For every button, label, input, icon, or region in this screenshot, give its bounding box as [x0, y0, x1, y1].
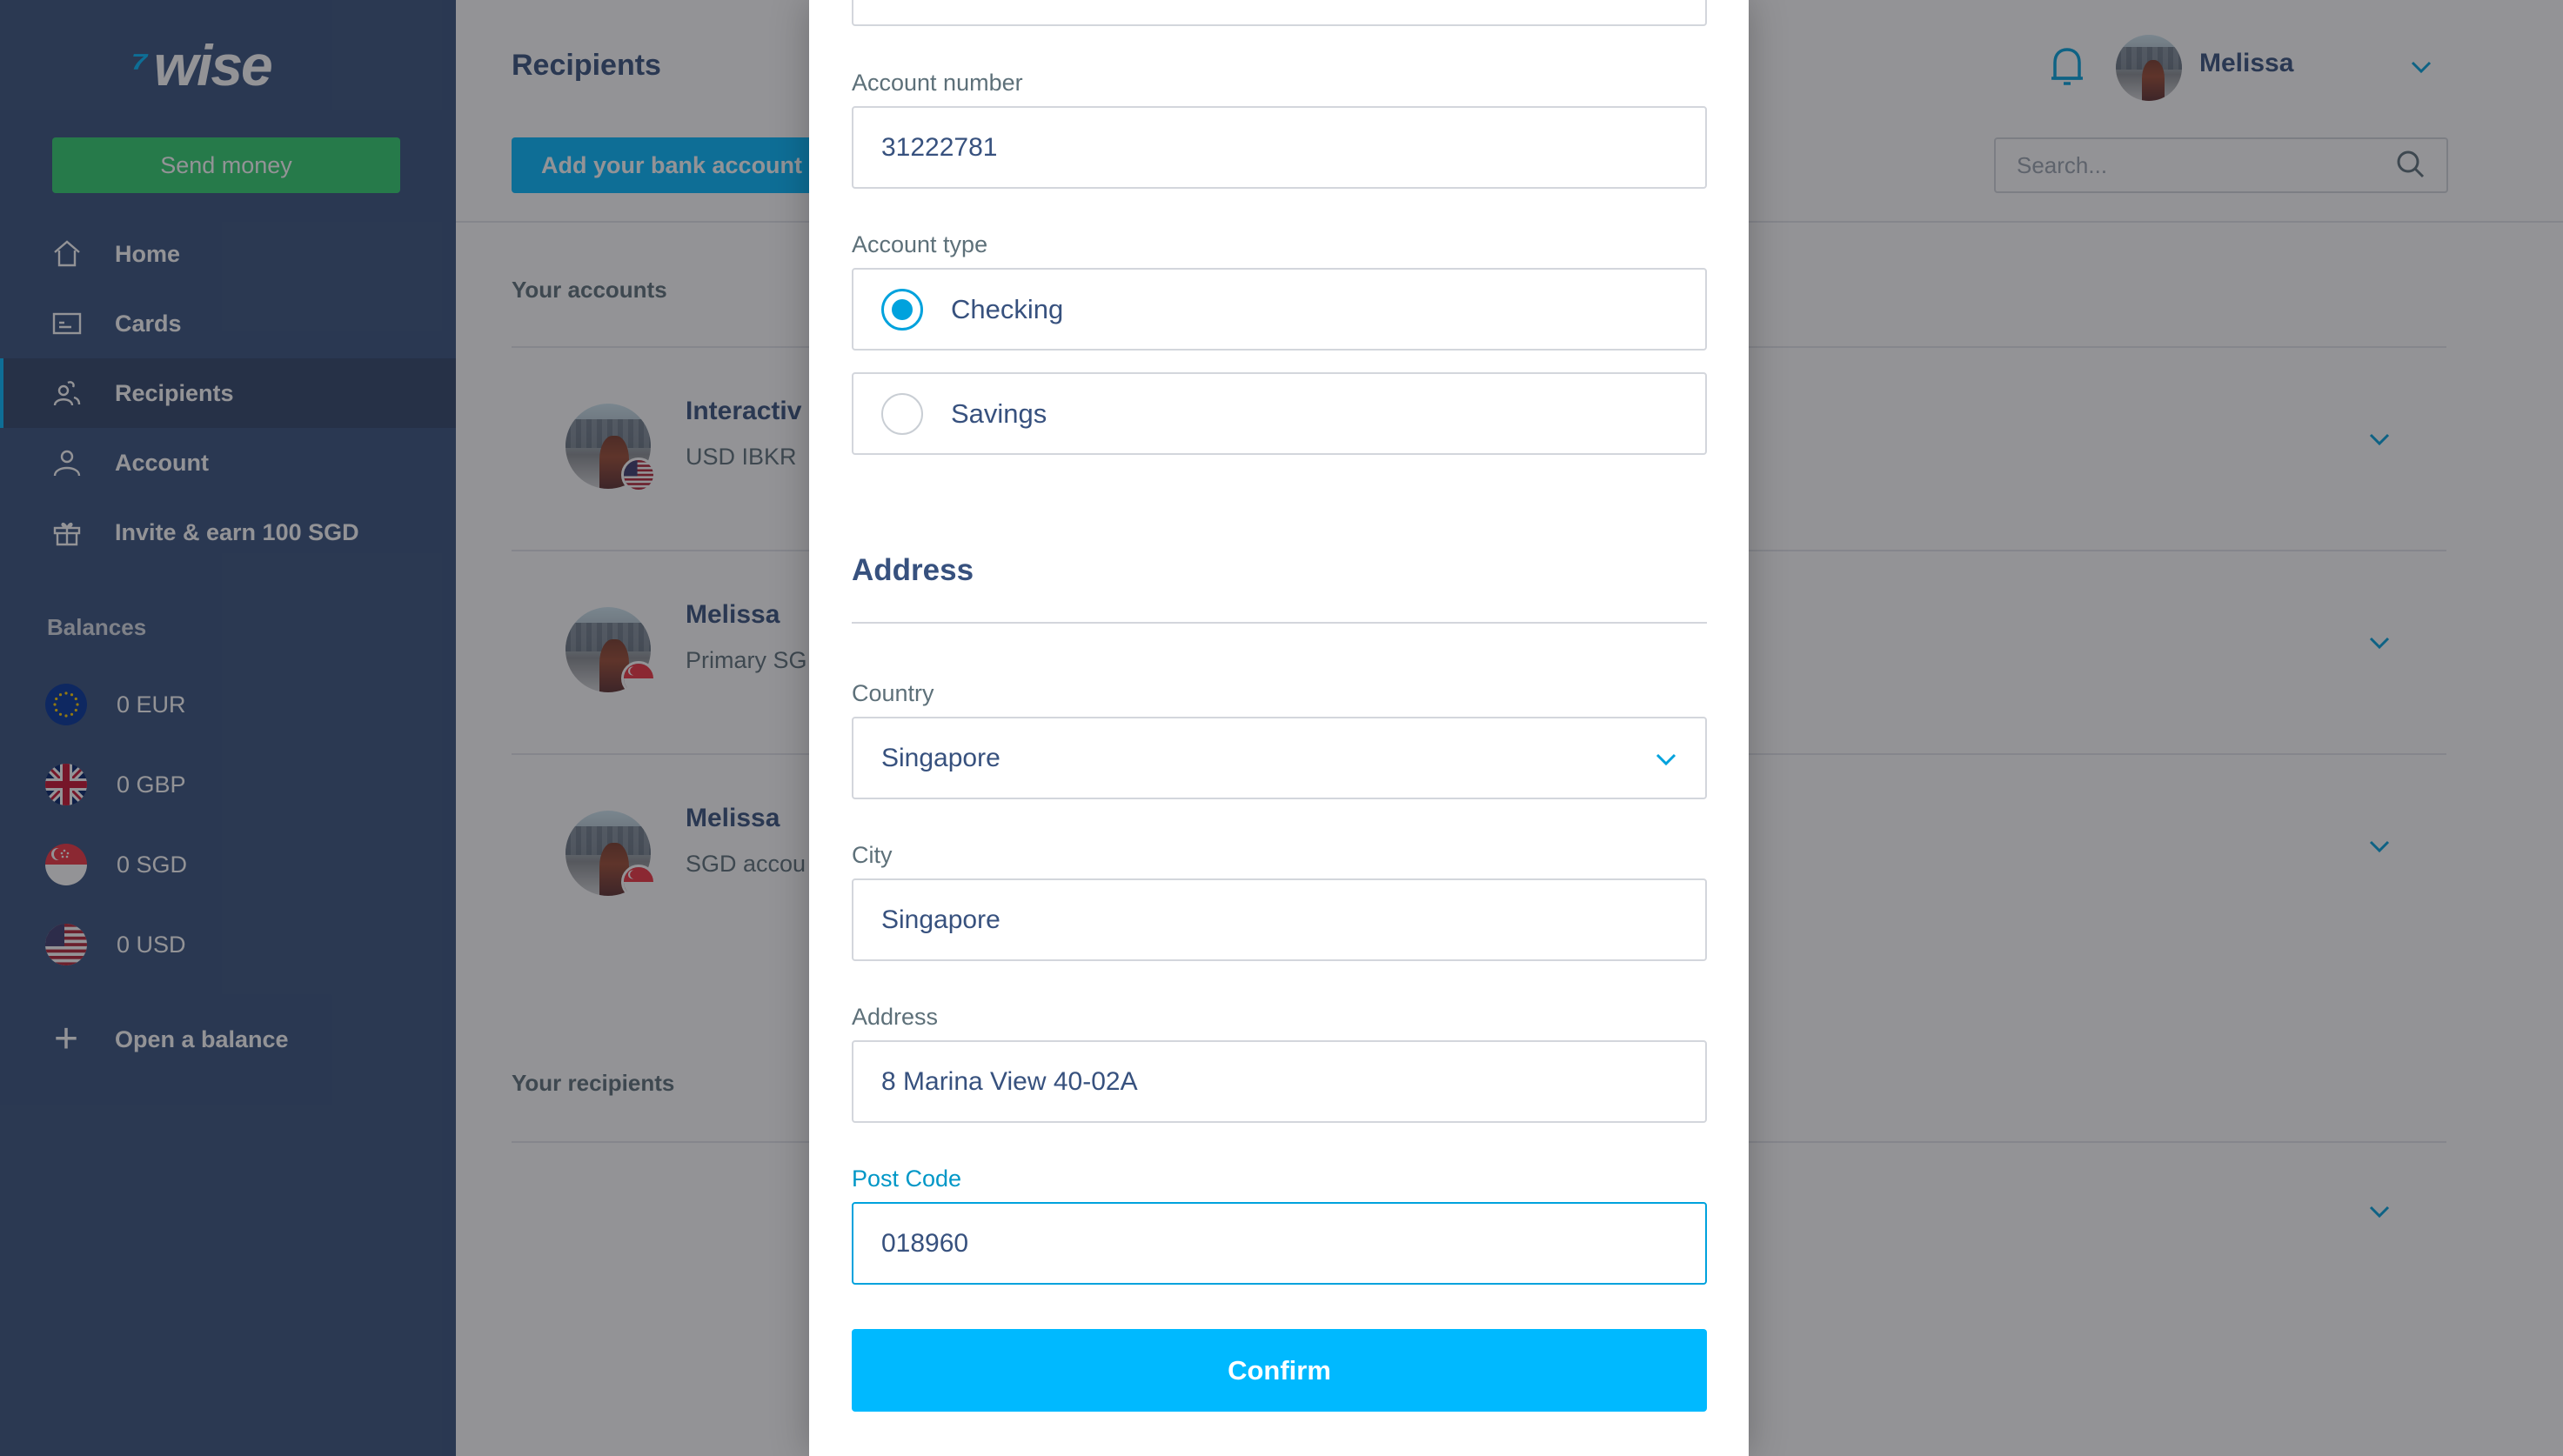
city-label: City — [852, 842, 893, 868]
radio-unchecked[interactable] — [881, 392, 923, 435]
address-divider — [852, 622, 1707, 624]
city-field[interactable] — [852, 878, 1707, 961]
previous-field[interactable] — [852, 0, 1707, 26]
address-input[interactable] — [881, 1066, 1677, 1097]
chevron-down-icon[interactable] — [1653, 746, 1679, 772]
address-section-title: Address — [852, 553, 974, 587]
account-number-input[interactable] — [881, 132, 1677, 163]
radio-label: Checking — [951, 293, 1064, 324]
account-type-checking[interactable]: Checking — [852, 268, 1707, 351]
postcode-input[interactable] — [881, 1228, 1677, 1259]
account-type-label: Account type — [852, 231, 988, 257]
country-value[interactable] — [881, 743, 1677, 773]
address-field[interactable] — [852, 1040, 1707, 1123]
postcode-label: Post Code — [852, 1165, 962, 1192]
confirm-button[interactable]: Confirm — [852, 1329, 1707, 1412]
country-select[interactable] — [852, 717, 1707, 799]
postcode-field[interactable] — [852, 1202, 1707, 1285]
country-label: Country — [852, 680, 934, 706]
radio-checked[interactable] — [881, 288, 923, 331]
account-type-savings[interactable]: Savings — [852, 372, 1707, 455]
bank-details-modal: Account number Account type Checking Sav… — [809, 0, 1749, 1456]
address-label: Address — [852, 1004, 939, 1030]
account-number-label: Account number — [852, 70, 1023, 96]
city-input[interactable] — [881, 905, 1677, 935]
account-number-field[interactable] — [852, 106, 1707, 189]
radio-label: Savings — [951, 397, 1047, 429]
